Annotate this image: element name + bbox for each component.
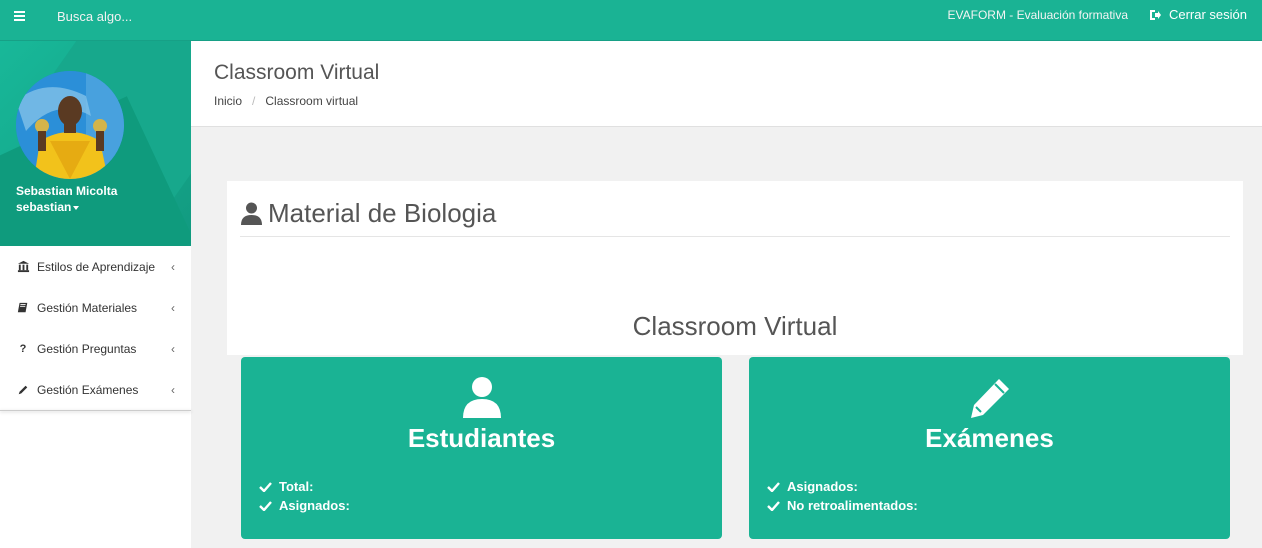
exams-stats: Asignados: No retroalimentados: xyxy=(767,477,918,515)
panel-title-text: Material de Biologia xyxy=(268,198,497,228)
students-card[interactable]: Estudiantes Total: Asignados: xyxy=(241,357,722,539)
card-title: Exámenes xyxy=(925,423,1054,453)
pencil-icon xyxy=(16,383,30,397)
stat-label: Asignados: xyxy=(279,498,350,513)
user-icon xyxy=(241,202,262,225)
username-label: sebastian xyxy=(16,200,72,214)
chevron-left-icon: ‹ xyxy=(171,383,175,397)
sidebar-item-label: Gestión Preguntas xyxy=(37,341,137,356)
list-item: No retroalimentados: xyxy=(767,496,918,515)
avatar[interactable] xyxy=(16,71,124,179)
logout-button[interactable]: Cerrar sesión xyxy=(1149,7,1247,22)
card-title: Estudiantes xyxy=(407,423,556,453)
profile-header: Sebastian Micolta sebastian xyxy=(0,41,191,246)
page-header: Classroom Virtual Inicio / Classroom vir… xyxy=(191,41,1262,127)
sidebar-item-label: Gestión Exámenes xyxy=(37,382,139,397)
sign-out-icon xyxy=(1149,9,1161,20)
sidebar-item-estilos[interactable]: Estilos de Aprendizaje ‹ xyxy=(0,246,191,287)
sidebar: Sebastian Micolta sebastian Estilos de A… xyxy=(0,41,191,548)
app-name: EVAFORM - Evaluación formativa xyxy=(947,8,1129,22)
question-icon: ? xyxy=(19,342,27,355)
sidebar-item-label: Gestión Materiales xyxy=(37,300,138,315)
check-icon xyxy=(767,482,780,492)
sidebar-item-materiales[interactable]: Gestión Materiales ‹ xyxy=(0,287,191,328)
check-icon xyxy=(259,501,272,511)
sidebar-item-examenes[interactable]: Gestión Exámenes ‹ xyxy=(0,369,191,410)
pencil-icon xyxy=(970,379,1009,418)
sidebar-item-label: Estilos de Aprendizaje xyxy=(37,259,156,274)
page-title: Classroom Virtual xyxy=(214,61,380,84)
book-icon xyxy=(16,301,30,315)
user-icon xyxy=(462,377,501,418)
students-stats: Total: Asignados: xyxy=(259,477,350,515)
search-input[interactable] xyxy=(50,6,350,26)
stat-label: Asignados: xyxy=(787,479,858,494)
breadcrumb-item-current: Classroom virtual xyxy=(265,94,359,108)
sidebar-item-preguntas[interactable]: ? Gestión Preguntas ‹ xyxy=(0,328,191,369)
panel-title: Material de Biologia xyxy=(241,198,496,229)
list-item: Asignados: xyxy=(259,496,350,515)
divider xyxy=(240,236,1230,237)
stat-label: No retroalimentados: xyxy=(787,498,918,513)
hamburger-menu-icon[interactable] xyxy=(14,11,32,29)
list-item: Total: xyxy=(259,477,350,496)
logout-label: Cerrar sesión xyxy=(1168,7,1247,22)
classroom-heading: Classroom Virtual xyxy=(632,311,838,341)
check-icon xyxy=(767,501,780,511)
profile-name: Sebastian Micolta xyxy=(16,184,118,198)
breadcrumb: Inicio / Classroom virtual xyxy=(214,94,358,108)
check-icon xyxy=(259,482,272,492)
stat-label: Total: xyxy=(279,479,314,494)
breadcrumb-item-inicio[interactable]: Inicio xyxy=(214,94,242,108)
list-item: Asignados: xyxy=(767,477,918,496)
top-bar: EVAFORM - Evaluación formativa Cerrar se… xyxy=(0,0,1262,41)
chevron-left-icon: ‹ xyxy=(171,260,175,274)
profile-username-dropdown[interactable]: sebastian xyxy=(16,200,80,214)
exams-card[interactable]: Exámenes Asignados: No retroalimentados: xyxy=(749,357,1230,539)
sidebar-nav: Estilos de Aprendizaje ‹ Gestión Materia… xyxy=(0,246,191,410)
divider xyxy=(0,410,191,411)
chevron-left-icon: ‹ xyxy=(171,301,175,315)
content-panel: Material de Biologia Classroom Virtual xyxy=(227,181,1243,355)
bank-icon xyxy=(16,260,30,274)
chevron-left-icon: ‹ xyxy=(171,342,175,356)
breadcrumb-separator: / xyxy=(252,94,256,108)
caret-down-icon xyxy=(73,205,80,210)
